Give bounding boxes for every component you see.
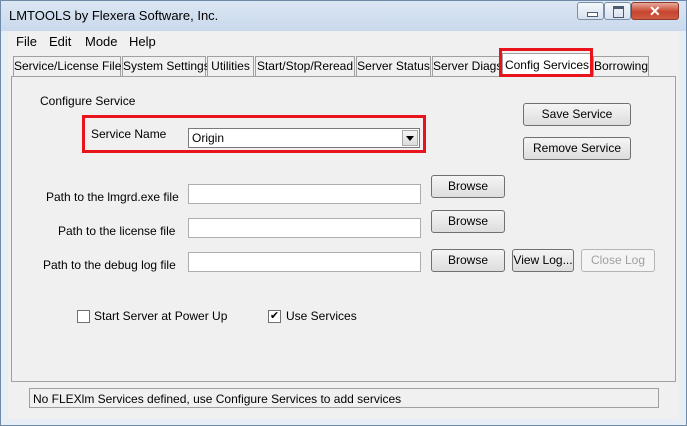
service-name-label: Service Name (91, 127, 167, 141)
lmgrd-path-input[interactable] (188, 184, 421, 204)
config-services-panel: Configure Service Service Name Origin Sa… (11, 76, 676, 382)
tab-system-settings[interactable]: System Settings (122, 56, 210, 76)
tab-server-status[interactable]: Server Status (356, 56, 431, 76)
dropdown-arrow-icon[interactable] (402, 130, 418, 146)
save-service-button[interactable]: Save Service (523, 103, 631, 126)
title-bar[interactable]: LMTOOLS by Flexera Software, Inc. ✕ (1, 1, 686, 31)
status-bar: No FLEXlm Services defined, use Configur… (29, 388, 659, 408)
menu-file[interactable]: File (16, 34, 37, 49)
tab-borrowing[interactable]: Borrowing (593, 56, 649, 76)
service-name-combobox[interactable]: Origin (188, 128, 420, 148)
start-on-powerup-label: Start Server at Power Up (94, 309, 228, 323)
minimize-button[interactable] (577, 2, 604, 20)
browse-debug-log-button[interactable]: Browse (431, 249, 505, 272)
maximize-icon (613, 6, 624, 18)
start-on-powerup-checkbox[interactable] (77, 310, 90, 323)
lmtools-window: LMTOOLS by Flexera Software, Inc. ✕ File… (0, 0, 687, 426)
license-path-label: Path to the license file (58, 224, 176, 238)
highlight-config-services-tab (499, 48, 593, 77)
tab-server-diags[interactable]: Server Diags (432, 56, 502, 76)
use-services-checkbox[interactable]: ✔ (268, 310, 281, 323)
menu-mode[interactable]: Mode (85, 34, 118, 49)
maximize-button[interactable] (604, 2, 631, 20)
lmgrd-path-label: Path to the lmgrd.exe file (46, 190, 179, 204)
client-area: File Edit Mode Help Service/License File… (8, 31, 679, 419)
browse-lmgrd-button[interactable]: Browse (431, 175, 505, 198)
debug-log-path-input[interactable] (188, 252, 421, 272)
window-title: LMTOOLS by Flexera Software, Inc. (9, 8, 219, 23)
status-text: No FLEXlm Services defined, use Configur… (33, 392, 402, 406)
browse-license-button[interactable]: Browse (431, 210, 505, 233)
close-icon: ✕ (649, 3, 661, 19)
tab-utilities[interactable]: Utilities (207, 56, 254, 76)
debug-log-path-label: Path to the debug log file (43, 258, 176, 272)
minimize-icon (587, 12, 598, 17)
remove-service-button[interactable]: Remove Service (523, 137, 631, 160)
configure-service-label: Configure Service (40, 94, 136, 108)
service-name-value: Origin (192, 131, 225, 145)
license-path-input[interactable] (188, 218, 421, 238)
close-log-button: Close Log (581, 249, 655, 272)
tab-service-license-file[interactable]: Service/License File (13, 56, 121, 76)
close-button[interactable]: ✕ (631, 2, 679, 20)
view-log-button[interactable]: View Log... (512, 249, 574, 272)
tab-start-stop-reread[interactable]: Start/Stop/Reread (255, 56, 355, 76)
menu-edit[interactable]: Edit (49, 34, 71, 49)
menu-help[interactable]: Help (129, 34, 156, 49)
use-services-label: Use Services (286, 309, 357, 323)
